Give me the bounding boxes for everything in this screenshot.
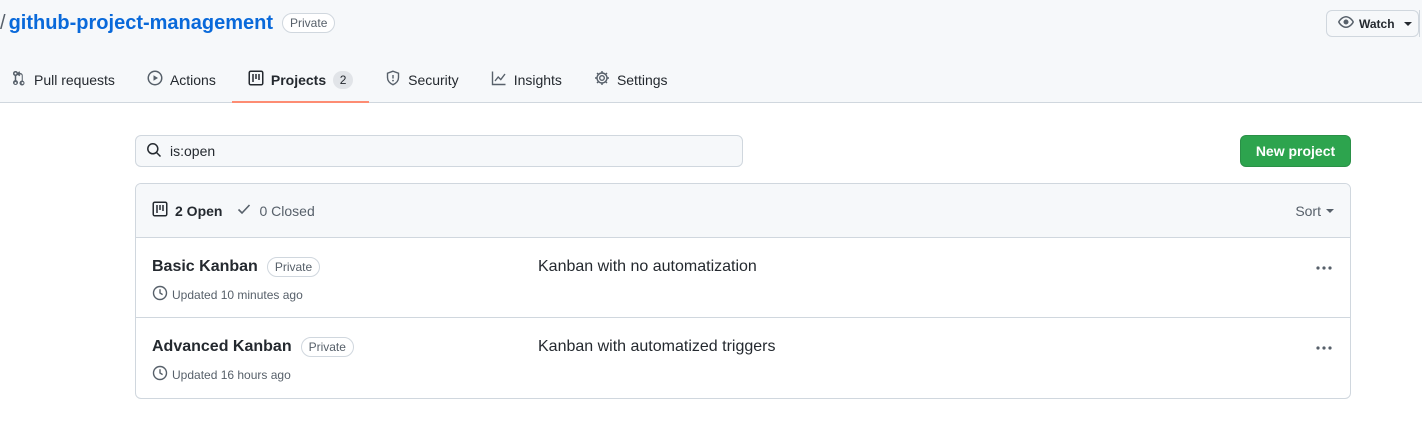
project-search[interactable] <box>135 135 743 167</box>
list-item: Basic Kanban Private Updated 10 minutes … <box>136 238 1350 318</box>
eye-icon <box>1338 14 1354 33</box>
search-input[interactable] <box>170 143 720 159</box>
open-projects-filter[interactable]: 2 Open <box>152 201 222 220</box>
repo-title: / github-project-management Private <box>0 10 336 36</box>
project-title: Basic Kanban Private <box>152 257 321 277</box>
project-description: Kanban with automatized triggers <box>538 338 776 355</box>
projects-list-header: 2 Open 0 Closed Sort <box>136 184 1350 238</box>
tab-security[interactable]: Security <box>369 56 475 103</box>
project-menu-button[interactable] <box>1312 256 1336 276</box>
new-project-button[interactable]: New project <box>1240 135 1351 167</box>
project-updated: Updated 10 minutes ago <box>152 285 303 304</box>
tab-insights[interactable]: Insights <box>475 56 578 103</box>
kebab-horizontal-icon <box>1315 338 1333 354</box>
tab-label: Security <box>408 71 459 88</box>
search-icon <box>146 142 162 161</box>
updated-text: Updated 16 hours ago <box>172 367 291 382</box>
updated-text: Updated 10 minutes ago <box>172 287 303 302</box>
list-item: Advanced Kanban Private Updated 16 hours… <box>136 318 1350 398</box>
project-name-link[interactable]: Basic Kanban <box>152 258 258 276</box>
shield-icon <box>385 70 401 89</box>
tab-pull-requests[interactable]: Pull requests <box>0 56 131 103</box>
gear-icon <box>594 70 610 89</box>
repo-name-link[interactable]: github-project-management <box>9 12 273 35</box>
tab-label: Insights <box>513 71 562 88</box>
tab-label: Projects <box>270 71 327 88</box>
closed-projects-filter[interactable]: 0 Closed <box>236 201 315 220</box>
sort-label: Sort <box>1295 203 1321 219</box>
watch-button[interactable]: Watch <box>1326 10 1419 37</box>
git-pull-request-icon <box>11 70 27 89</box>
projects-count-badge: 2 <box>333 70 354 89</box>
repo-header: / github-project-management Private Watc… <box>0 0 1422 103</box>
chevron-down-icon <box>1403 21 1412 26</box>
clock-icon <box>152 365 168 384</box>
graph-icon <box>491 70 507 89</box>
project-menu-button[interactable] <box>1312 336 1336 356</box>
project-visibility-badge: Private <box>266 257 321 277</box>
clock-icon <box>152 285 168 304</box>
repo-path-separator: / <box>0 11 6 34</box>
tab-projects[interactable]: Projects 2 <box>231 56 370 103</box>
kebab-horizontal-icon <box>1315 258 1333 274</box>
repo-tabs: Pull requests Actions Projects 2 Securit… <box>0 56 684 103</box>
project-description: Kanban with no automatization <box>538 258 757 275</box>
tab-label: Pull requests <box>34 71 115 88</box>
tab-label: Settings <box>616 71 668 88</box>
project-visibility-badge: Private <box>300 337 354 357</box>
play-icon <box>147 70 163 89</box>
project-name-link[interactable]: Advanced Kanban <box>152 338 292 356</box>
closed-count-label: 0 Closed <box>259 202 315 219</box>
repo-visibility-badge: Private <box>282 13 336 33</box>
tab-actions[interactable]: Actions <box>131 56 232 103</box>
open-count-label: 2 Open <box>175 202 223 219</box>
tab-settings[interactable]: Settings <box>578 56 684 103</box>
project-icon <box>152 201 168 220</box>
check-icon <box>236 201 252 220</box>
project-icon <box>248 70 264 89</box>
tab-label: Actions <box>169 71 216 88</box>
projects-list: 2 Open 0 Closed Sort Basic Kanban Privat… <box>135 183 1351 399</box>
project-updated: Updated 16 hours ago <box>152 365 291 384</box>
watch-label: Watch <box>1359 16 1395 31</box>
sort-dropdown[interactable]: Sort <box>1295 184 1334 238</box>
project-title: Advanced Kanban Private <box>152 337 354 357</box>
chevron-down-icon <box>1326 209 1334 213</box>
